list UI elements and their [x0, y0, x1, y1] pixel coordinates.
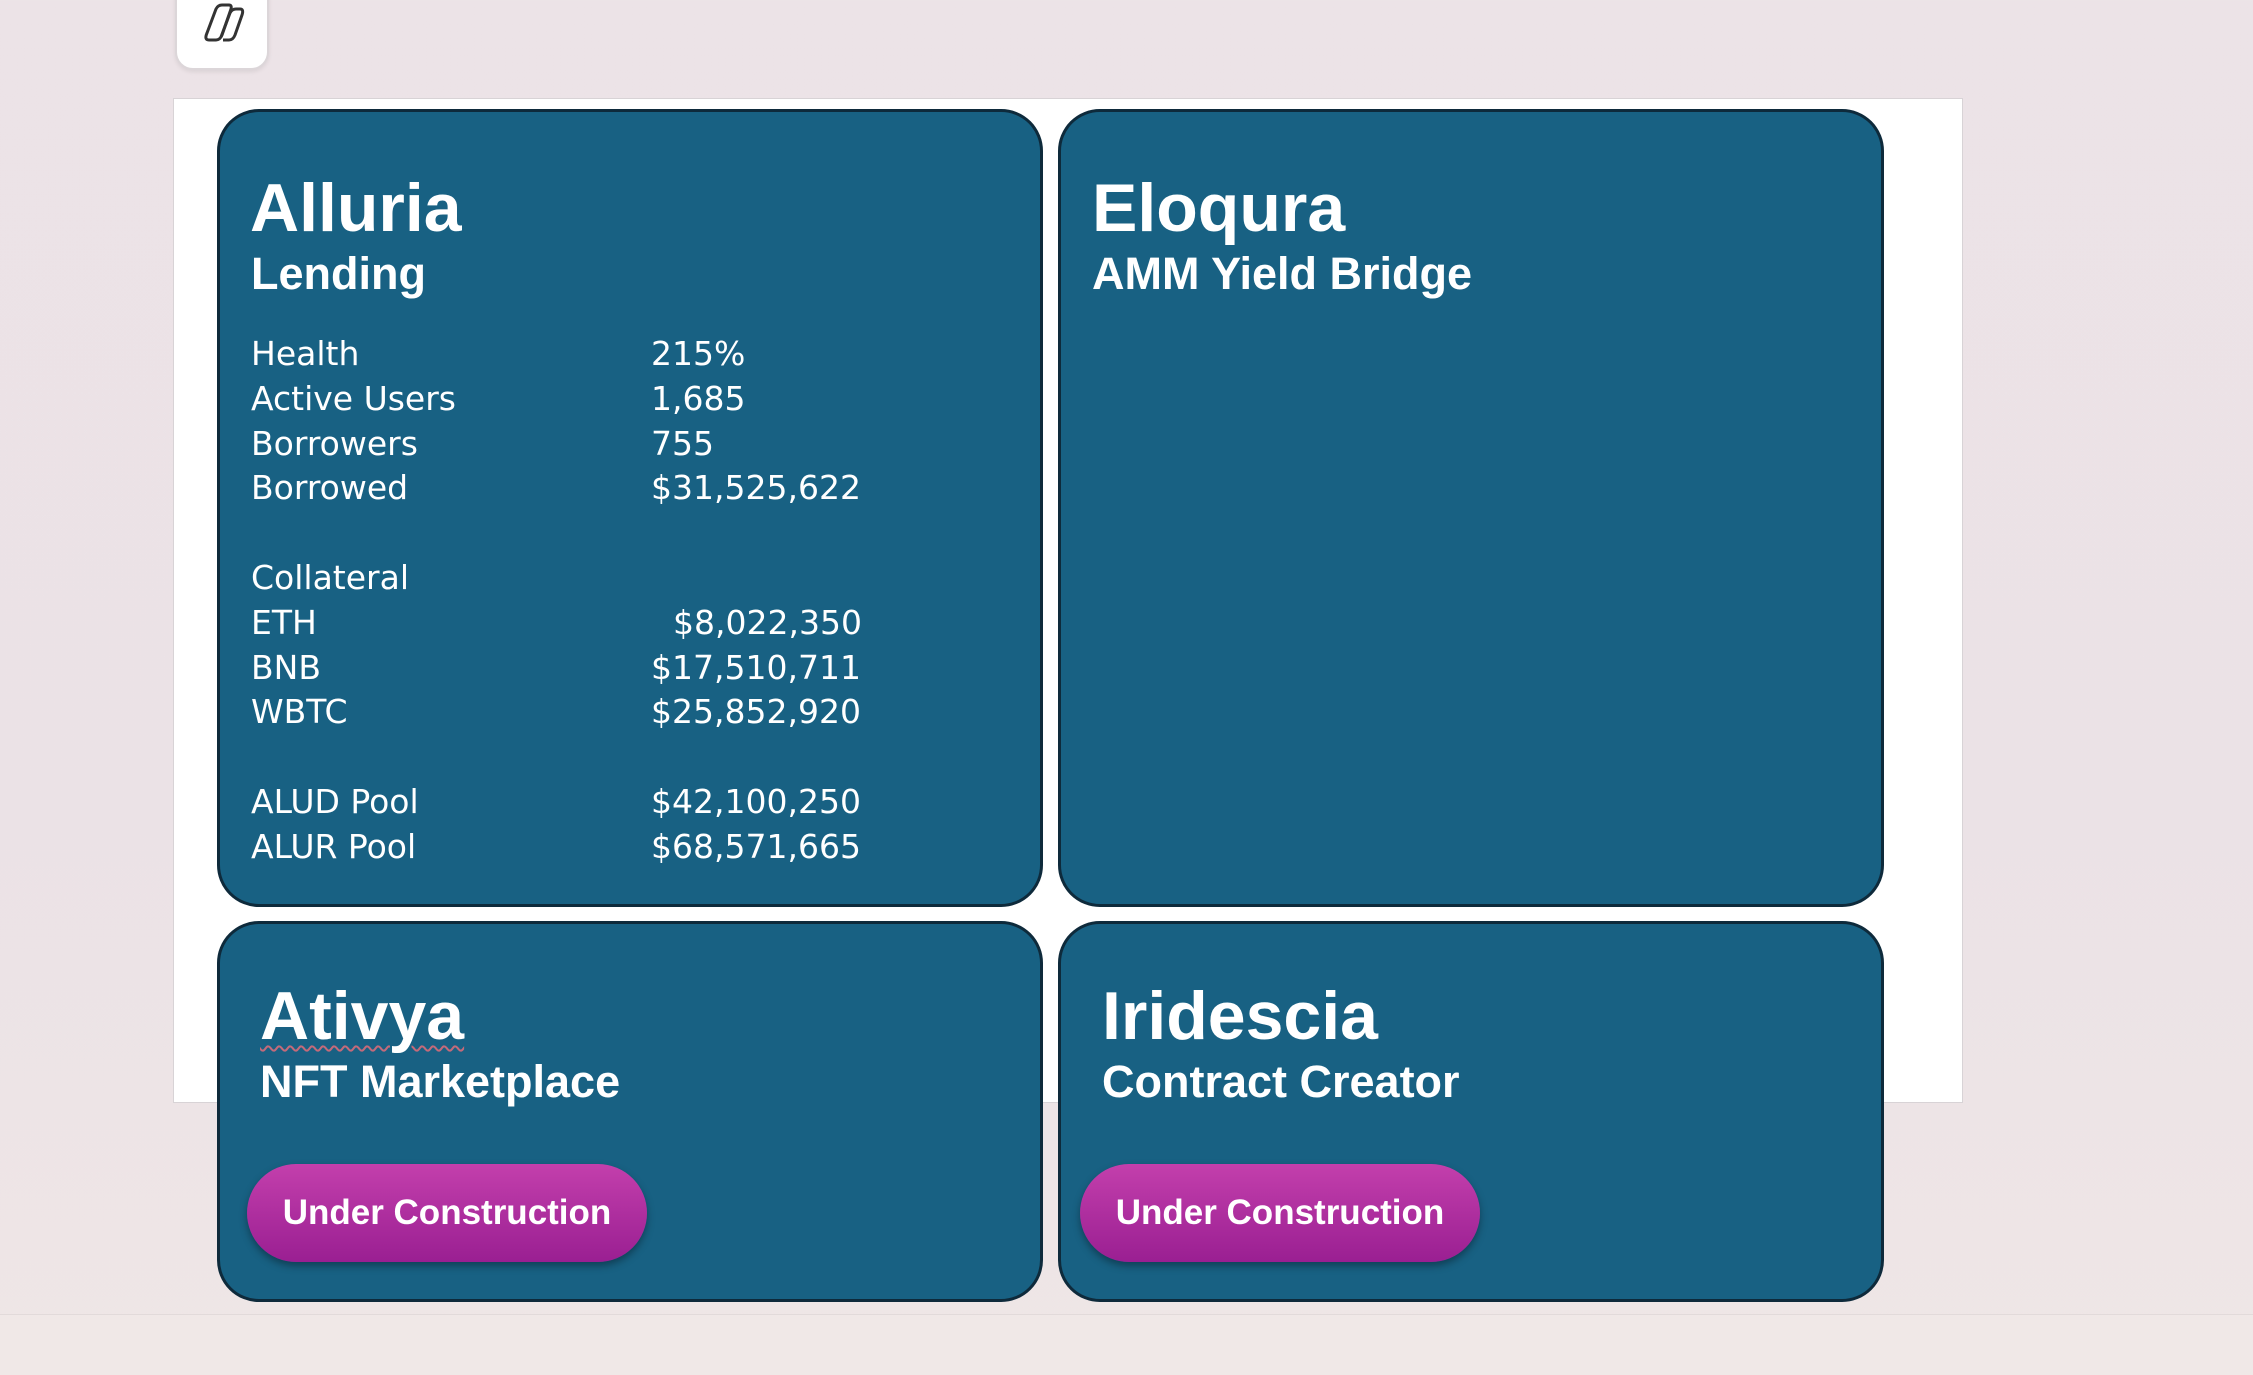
stat-value: $8,022,350 [673, 602, 862, 642]
card-iridescia: Iridescia Contract Creator Under Constru… [1058, 921, 1884, 1302]
stat-label: Borrowers [251, 423, 418, 463]
stat-value: $25,852,920 [651, 692, 861, 732]
stat-label: Active Users [251, 378, 456, 418]
card-subtitle: AMM Yield Bridge [1092, 248, 1473, 299]
card-title-text: Ativya [260, 978, 465, 1054]
stat-label: Health [251, 334, 360, 373]
card-alluria: Alluria Lending Health 215% Active Users… [217, 109, 1043, 907]
stat-value: $68,571,665 [651, 826, 861, 866]
card-title: Eloqura [1092, 170, 1346, 246]
stat-label: Borrowed [251, 468, 409, 508]
copilot-icon [199, 3, 245, 48]
card-subtitle: NFT Marketplace [260, 1056, 621, 1107]
bottom-bar [0, 1314, 2253, 1375]
card-ativya: Ativya NFT Marketplace Under Constructio… [217, 921, 1043, 1302]
card-eloqura: Eloqura AMM Yield Bridge [1058, 109, 1884, 907]
stat-label: ETH [251, 602, 317, 642]
card-title: Alluria [250, 170, 462, 246]
card-subtitle: Contract Creator [1102, 1056, 1460, 1107]
under-construction-button[interactable]: Under Construction [1080, 1164, 1480, 1262]
stat-label: BNB [251, 647, 321, 687]
copilot-button[interactable] [175, 0, 269, 70]
under-construction-button[interactable]: Under Construction [247, 1164, 647, 1262]
section-heading: Collateral [251, 557, 409, 597]
stat-value: 1,685 [651, 378, 746, 418]
stat-value: $31,525,622 [651, 468, 861, 508]
stat-value: $17,510,711 [651, 647, 861, 687]
stat-label: ALUD Pool [251, 781, 419, 821]
stat-value: 755 [651, 423, 714, 463]
card-title: Ativya [260, 982, 464, 1050]
stat-label: WBTC [251, 692, 348, 732]
stat-value: $42,100,250 [651, 781, 861, 821]
card-subtitle: Lending [251, 248, 426, 299]
card-title: Iridescia [1102, 978, 1378, 1054]
stat-label: ALUR Pool [251, 826, 417, 866]
stat-value: 215% [651, 334, 746, 373]
